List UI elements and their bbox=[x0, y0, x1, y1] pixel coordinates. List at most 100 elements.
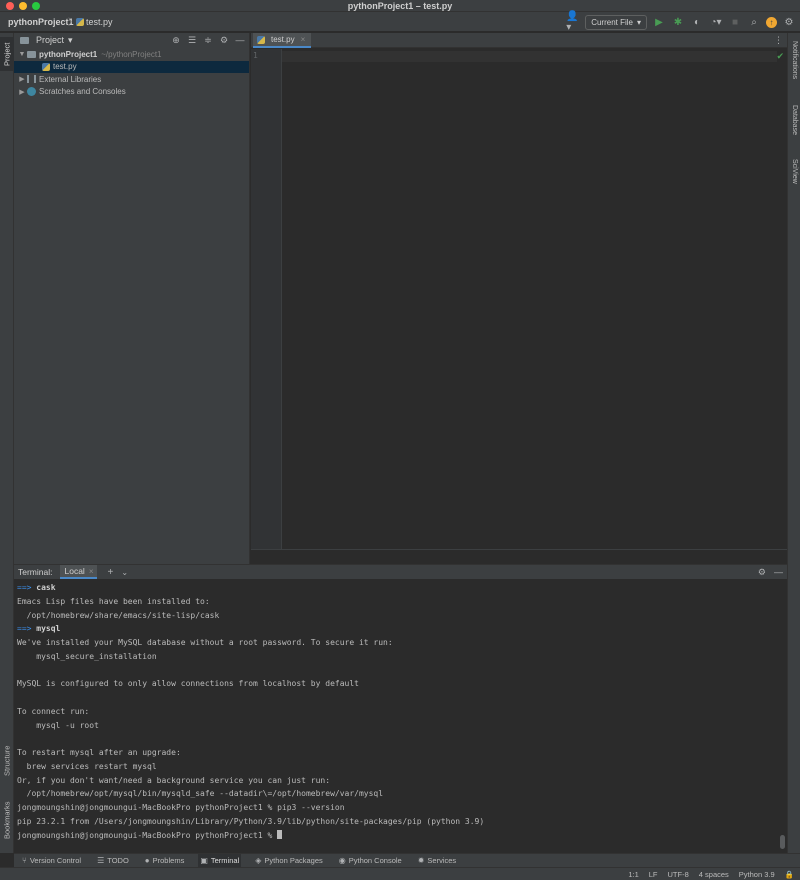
terminal-line: brew services restart mysql bbox=[17, 760, 784, 774]
stripe-sciview-button[interactable]: SciView bbox=[788, 159, 800, 197]
terminal-line-text: Or, if you don't want/need a background … bbox=[17, 775, 331, 785]
tree-item-root[interactable]: ▼ pythonProject1 ~/pythonProject1 bbox=[14, 48, 249, 61]
terminal-line-text: /opt/homebrew/opt/mysql/bin/mysqld_safe … bbox=[17, 789, 384, 799]
settings-icon[interactable]: ⚙ bbox=[782, 15, 796, 29]
navbar-actions: 👤▾ Current File ▾ ▶ ✱ ◐ ◔▾ ■ ⌕ ↑ ⚙ bbox=[566, 11, 796, 33]
close-tab-icon[interactable]: × bbox=[301, 35, 306, 44]
chevron-down-icon[interactable]: ⌄ bbox=[121, 568, 128, 577]
chevron-right-icon[interactable]: ▶ bbox=[17, 75, 27, 83]
terminal-line-text: We've installed your MySQL database with… bbox=[17, 638, 393, 647]
breadcrumb-project[interactable]: pythonProject1 bbox=[8, 12, 74, 32]
update-icon[interactable]: ↑ bbox=[766, 16, 777, 28]
stripe-notifications-button[interactable]: Notifications bbox=[788, 41, 800, 93]
services-icon: ✹ bbox=[417, 856, 425, 865]
stripe-database-label: Database bbox=[791, 105, 798, 135]
chevron-down-icon[interactable]: ▼ bbox=[17, 51, 27, 58]
stripe-project-button[interactable]: Project bbox=[0, 37, 14, 71]
hide-panel-icon[interactable]: — bbox=[774, 565, 783, 579]
no-problems-check-icon[interactable]: ✔ bbox=[776, 51, 784, 62]
terminal-line-text: mysql_secure_installation bbox=[17, 651, 157, 661]
python-file-icon bbox=[42, 62, 50, 71]
editor-gutter: 1 bbox=[251, 49, 282, 549]
tool-window-python-packages[interactable]: ◈ Python Packages bbox=[253, 854, 325, 868]
new-terminal-icon[interactable]: + bbox=[107, 567, 113, 578]
terminal-line: MySQL is configured to only allow connec… bbox=[17, 677, 784, 691]
terminal-line: To restart mysql after an upgrade: bbox=[17, 746, 784, 760]
tree-item-external-libraries[interactable]: ▶ External Libraries bbox=[14, 73, 249, 86]
stripe-bookmarks-label: Bookmarks bbox=[2, 801, 12, 839]
stripe-notifications-label: Notifications bbox=[791, 41, 798, 80]
tree-item-test-py[interactable]: test.py bbox=[14, 60, 249, 73]
stripe-bookmarks-button[interactable]: Bookmarks bbox=[0, 797, 14, 843]
hide-panel-icon[interactable]: — bbox=[235, 35, 245, 45]
indent-setting[interactable]: 4 spaces bbox=[699, 870, 729, 879]
tool-window-todo[interactable]: ☰ TODO bbox=[95, 854, 131, 868]
run-icon[interactable]: ▶ bbox=[652, 15, 666, 29]
terminal-line-text: pip 23.2.1 from /Users/jongmoungshin/Lib… bbox=[17, 816, 485, 826]
tree-item-scratches[interactable]: ▶ Scratches and Consoles bbox=[14, 86, 249, 99]
expand-all-icon[interactable]: ☰ bbox=[187, 35, 197, 46]
tree-item-root-label: pythonProject1 bbox=[39, 49, 98, 59]
tool-window-label: Python Packages bbox=[264, 856, 323, 865]
tool-window-python-console[interactable]: ◉ Python Console bbox=[337, 854, 404, 868]
gear-icon[interactable]: ⚙ bbox=[219, 35, 229, 46]
editor-tab-test-py[interactable]: test.py × bbox=[253, 33, 312, 48]
editor-text-area[interactable] bbox=[282, 51, 777, 62]
collapse-all-icon[interactable]: ≑ bbox=[203, 35, 213, 46]
run-configuration-select[interactable]: Current File ▾ bbox=[585, 14, 647, 30]
terminal-icon: ▣ bbox=[200, 856, 208, 865]
project-panel-header: Project ▾ ⊕ ☰ ≑ ⚙ — bbox=[14, 33, 249, 47]
caret-position[interactable]: 1:1 bbox=[628, 870, 638, 879]
project-view-select[interactable]: Project ▾ bbox=[20, 35, 73, 46]
terminal-panel: Terminal: Local × + ⌄ ⚙ — ==> cask Emacs … bbox=[14, 564, 787, 853]
tool-window-services[interactable]: ✹ Services bbox=[416, 854, 458, 868]
terminal-line: To connect run: bbox=[17, 705, 784, 719]
library-icon bbox=[27, 75, 36, 84]
status-widgets: 1:1 LF UTF-8 4 spaces Python 3.9 🔒 bbox=[628, 868, 794, 880]
coverage-icon[interactable]: ◐ bbox=[690, 15, 704, 29]
project-panel-tools: ⊕ ☰ ≑ ⚙ — bbox=[171, 33, 245, 47]
terminal-line-text: Emacs Lisp files have been installed to: bbox=[17, 596, 210, 606]
python-interpreter[interactable]: Python 3.9 bbox=[739, 870, 775, 879]
tree-item-scratches-label: Scratches and Consoles bbox=[39, 87, 126, 97]
line-separator[interactable]: LF bbox=[649, 870, 658, 879]
chevron-right-icon[interactable]: ▶ bbox=[17, 88, 27, 96]
stop-icon[interactable]: ■ bbox=[728, 15, 742, 29]
terminal-title: Terminal: bbox=[18, 567, 53, 577]
terminal-tab-local[interactable]: Local × bbox=[60, 565, 98, 579]
locate-file-icon[interactable]: ⊕ bbox=[171, 35, 181, 46]
account-icon[interactable]: 👤▾ bbox=[566, 11, 580, 33]
terminal-arrow: ==> bbox=[17, 624, 32, 634]
tree-item-root-path: ~/pythonProject1 bbox=[101, 49, 162, 59]
breadcrumb-file[interactable]: test.py bbox=[86, 12, 113, 32]
stripe-structure-button[interactable]: Structure bbox=[0, 741, 14, 781]
terminal-line: Or, if you don't want/need a background … bbox=[17, 774, 784, 788]
branch-icon: ⑂ bbox=[22, 856, 27, 865]
terminal-arrow: ==> bbox=[17, 583, 32, 592]
tool-window-problems[interactable]: ● Problems bbox=[143, 854, 187, 868]
tool-window-version-control[interactable]: ⑂ Version Control bbox=[20, 854, 83, 868]
lock-icon[interactable]: 🔒 bbox=[785, 870, 794, 879]
tool-window-bar: ⑂ Version Control ☰ TODO ● Problems ▣ Terminal ◈… bbox=[14, 853, 800, 868]
project-panel-title: Project bbox=[36, 35, 65, 45]
tool-window-terminal[interactable]: ▣ Terminal bbox=[198, 853, 242, 868]
terminal-scrollbar[interactable] bbox=[780, 835, 785, 849]
profile-icon[interactable]: ◔▾ bbox=[709, 15, 723, 29]
debug-icon[interactable]: ✱ bbox=[671, 15, 685, 29]
tool-window-label: Terminal bbox=[210, 856, 240, 865]
search-icon[interactable]: ⌕ bbox=[747, 15, 761, 29]
gear-icon[interactable]: ⚙ bbox=[758, 565, 766, 579]
stripe-database-button[interactable]: Database bbox=[788, 105, 800, 149]
close-tab-icon[interactable]: × bbox=[89, 567, 94, 576]
status-bar: 1:1 LF UTF-8 4 spaces Python 3.9 🔒 bbox=[0, 867, 800, 880]
terminal-line: /opt/homebrew/opt/mysql/bin/mysqld_safe … bbox=[17, 787, 784, 801]
editor-tab-bar: test.py × ⋮ bbox=[251, 33, 787, 48]
more-options-icon[interactable]: ⋮ bbox=[774, 33, 783, 48]
terminal-line-text: jongmoungshin@jongmoungui-MacBookPro pyt… bbox=[17, 830, 278, 840]
window-title: pythonProject1 – test.py bbox=[347, 1, 453, 11]
terminal-output[interactable]: ==> cask Emacs Lisp files have been insta… bbox=[14, 579, 787, 844]
file-encoding[interactable]: UTF-8 bbox=[668, 870, 689, 879]
project-tree: ▼ pythonProject1 ~/pythonProject1 test.p… bbox=[14, 48, 249, 98]
terminal-header: Terminal: Local × + ⌄ ⚙ — bbox=[14, 565, 787, 579]
